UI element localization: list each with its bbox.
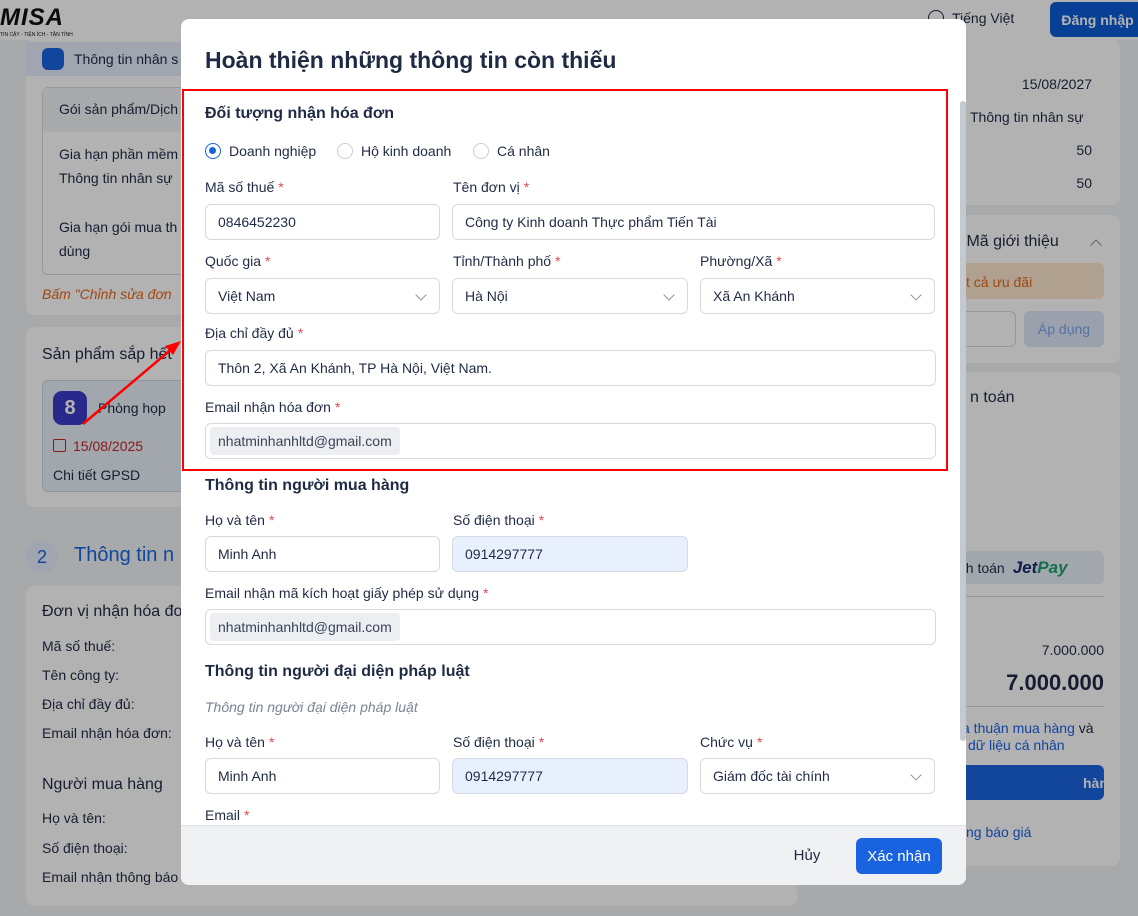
- annotation-arrow: [82, 341, 181, 425]
